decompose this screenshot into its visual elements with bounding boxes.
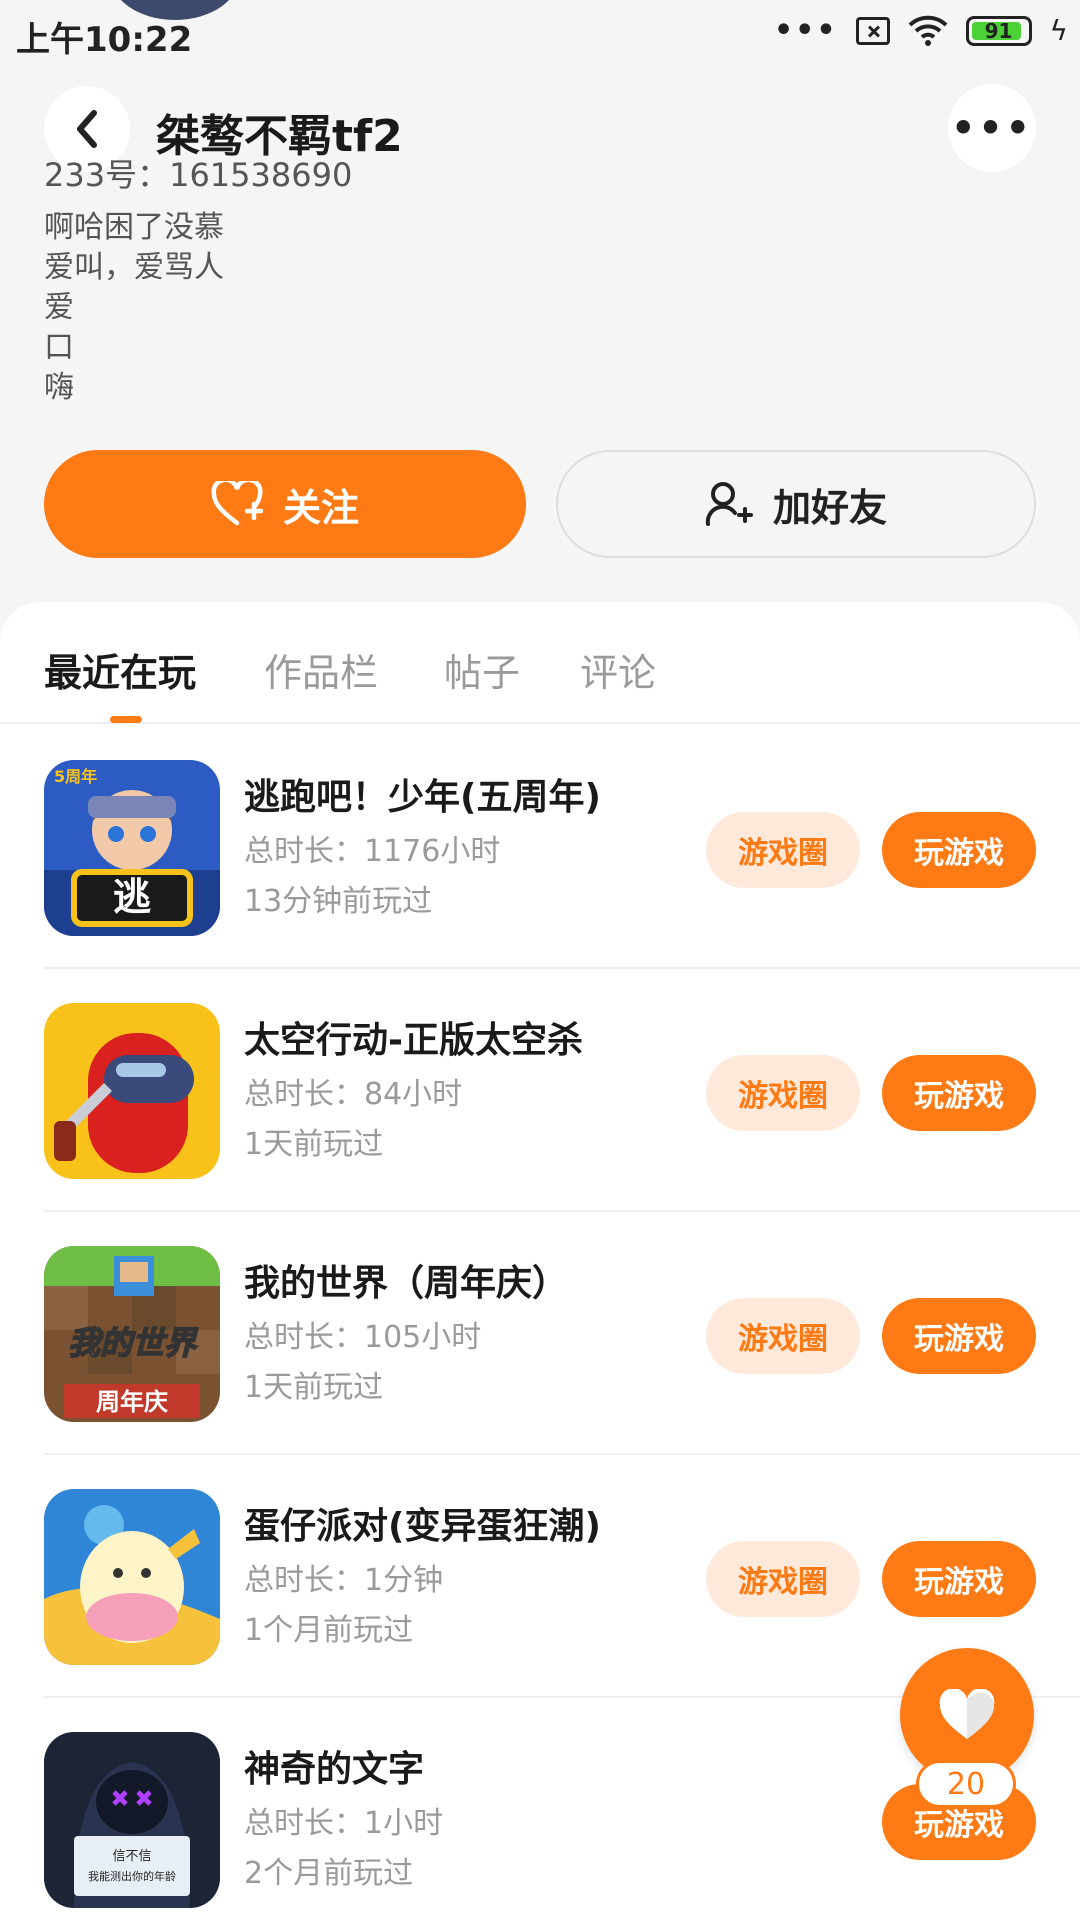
escape-icon-text: 逃 [113,875,151,919]
back-arrow-icon [77,110,97,148]
add-friend-label: 加好友 [772,485,887,530]
game-row[interactable]: 蛋仔派对(变异蛋狂潮) 总时长：1分钟 1个月前玩过 游戏圈 玩游戏 [0,1455,1080,1698]
battery-icon: 91 [965,15,1032,46]
magic-words-icon-subtext: 我能测出你的年龄 [88,1869,176,1883]
notification-dots-icon: ••• [773,12,838,48]
bio-line: 嗨 [44,370,74,405]
magic-words-icon[interactable]: 信不信 我能测出你的年龄 [44,1732,220,1908]
game-playtime: 总时长：1176小时 [244,834,501,869]
game-row[interactable]: 逃 5周年 逃跑吧！少年(五周年) 总时长：1176小时 13分钟前玩过 游戏圈… [0,726,1080,969]
bio-line: 爱 [44,290,74,325]
more-icon: ••• [951,106,1033,150]
wifi-icon [908,15,947,46]
play-game-button[interactable]: 玩游戏 [882,1298,1036,1374]
play-game-button[interactable]: 玩游戏 [882,812,1036,888]
follow-label: 关注 [282,485,359,530]
status-time: 上午10:22 [16,20,193,60]
status-icons: ••• 91 ϟ [774,14,1068,47]
magic-words-icon-text: 信不信 [112,1849,151,1864]
heart-plus-icon [211,481,263,526]
game-circle-button[interactable]: 游戏圈 [706,1055,860,1131]
minecraft-icon-text: 我的世界 [68,1324,199,1362]
anniversary-badge: 5周年 [54,767,97,786]
game-row[interactable]: 我的世界 周年庆 我的世界（周年庆） 总时长：105小时 1天前玩过 游戏圈 玩… [0,1212,1080,1455]
game-last-played: 1天前玩过 [244,1127,384,1162]
user-id: 233号：161538690 [44,156,353,194]
game-circle-button[interactable]: 游戏圈 [706,812,860,888]
add-person-icon [705,482,753,526]
game-last-played: 13分钟前玩过 [244,884,433,919]
game-circle-button[interactable]: 游戏圈 [706,1298,860,1374]
tab-bar: 最近在玩 作品栏 帖子 评论 [0,602,1080,724]
game-last-played: 2个月前玩过 [244,1856,414,1891]
bio-line: 口 [44,330,74,365]
escape-game-icon[interactable]: 逃 5周年 [44,760,220,936]
bio-line: 爱叫，爱骂人 [44,250,224,285]
game-name: 太空行动-正版太空杀 [244,1020,583,1061]
game-playtime: 总时长：1分钟 [244,1563,444,1598]
minecraft-icon-subtext: 周年庆 [96,1388,168,1416]
no-sim-icon [855,16,890,45]
game-name: 我的世界（周年庆） [244,1263,569,1304]
tab-indicator [110,716,142,723]
bio: 啊哈困了没慕 爱叫，爱骂人 爱 口 嗨 [44,208,224,408]
more-options-button[interactable]: ••• [948,84,1036,172]
game-playtime: 总时长：105小时 [244,1320,482,1355]
battery-level: 91 [984,18,1013,43]
space-crew-icon[interactable] [44,1003,220,1179]
bio-line: 啊哈困了没慕 [44,210,224,245]
add-friend-button[interactable]: 加好友 [556,450,1036,558]
game-name: 神奇的文字 [244,1749,425,1790]
tab-recently-played[interactable]: 最近在玩 [44,642,196,697]
minecraft-icon[interactable]: 我的世界 周年庆 [44,1246,220,1422]
game-playtime: 总时长：1小时 [244,1806,444,1841]
game-playtime: 总时长：84小时 [244,1077,463,1112]
heart-icon [939,1689,995,1739]
like-count: 20 [916,1760,1016,1808]
game-last-played: 1天前玩过 [244,1370,384,1405]
game-circle-button[interactable]: 游戏圈 [706,1541,860,1617]
tab-comments[interactable]: 评论 [580,642,656,697]
game-name: 逃跑吧！少年(五周年) [244,777,601,818]
tab-works[interactable]: 作品栏 [264,642,378,697]
game-name: 蛋仔派对(变异蛋狂潮) [244,1506,601,1547]
game-row[interactable]: 太空行动-正版太空杀 总时长：84小时 1天前玩过 游戏圈 玩游戏 [0,969,1080,1212]
play-game-button[interactable]: 玩游戏 [882,1055,1036,1131]
tab-posts[interactable]: 帖子 [444,642,520,697]
game-last-played: 1个月前玩过 [244,1613,414,1648]
follow-button[interactable]: 关注 [44,450,526,558]
charging-bolt-icon: ϟ [1049,14,1068,47]
play-game-button[interactable]: 玩游戏 [882,1541,1036,1617]
status-bar: 上午10:22 ••• 91 ϟ [0,0,1080,62]
egg-party-icon[interactable] [44,1489,220,1665]
